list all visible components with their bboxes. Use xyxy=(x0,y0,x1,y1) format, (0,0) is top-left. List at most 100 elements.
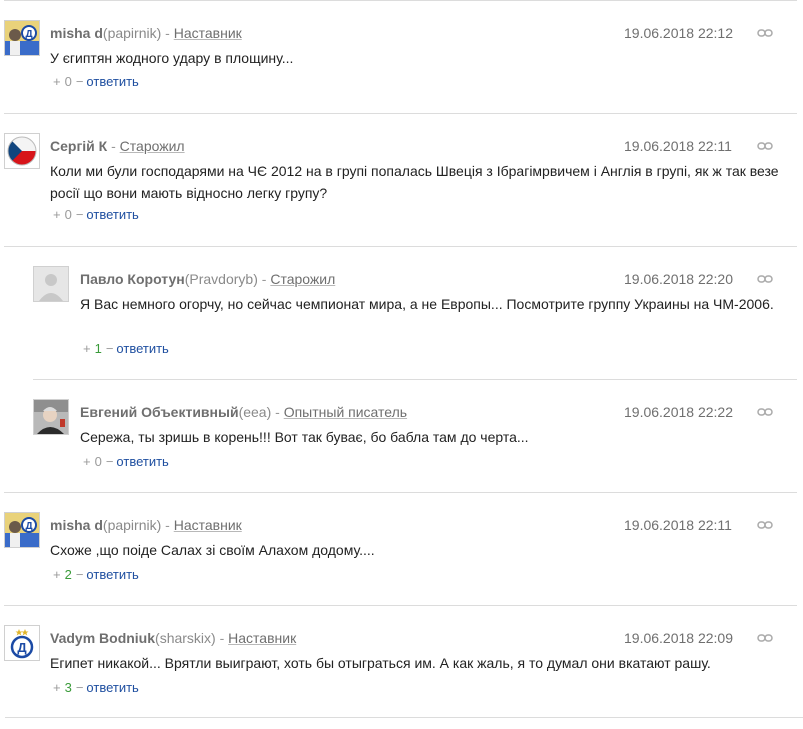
divider xyxy=(4,0,797,1)
separator: - xyxy=(107,138,120,154)
comment-date: 19.06.2018 22:11 xyxy=(624,138,732,154)
author-rank[interactable]: Старожил xyxy=(270,271,335,287)
comment-reply: Евгений Объективный(eea) - Опытный писат… xyxy=(0,379,797,492)
comment-meta: misha d(papirnik) - Наставник xyxy=(50,24,242,42)
comment-actions: +0− ответить xyxy=(83,454,169,470)
author-rank[interactable]: Наставник xyxy=(174,25,242,41)
avatar[interactable]: Д xyxy=(4,20,40,56)
author-name[interactable]: Vadym Bodniuk xyxy=(50,630,155,646)
comment-meta: Сергій К - Старожил xyxy=(50,137,185,155)
reply-button[interactable]: ответить xyxy=(86,74,138,89)
author-nick: (sharskix) xyxy=(155,630,216,646)
separator: - xyxy=(215,630,229,646)
comment-score: 0 xyxy=(94,454,102,469)
reply-button[interactable]: ответить xyxy=(86,207,138,222)
comment: Д Vadym Bodniuk(sharskix) - Наставник 19… xyxy=(0,605,797,717)
downvote-button[interactable]: − xyxy=(106,454,114,469)
comment: Д misha d(papirnik) - Наставник 19.06.20… xyxy=(0,0,797,113)
comment-actions: +2− ответить xyxy=(53,567,139,583)
comment-meta: Павло Коротун(Pravdoryb) - Старожил xyxy=(80,270,335,288)
downvote-button[interactable]: − xyxy=(76,74,84,89)
author-name[interactable]: Евгений Объективный xyxy=(80,404,239,420)
reply-button[interactable]: ответить xyxy=(86,567,138,582)
comment-actions: +0− ответить xyxy=(53,74,139,90)
comment-date: 19.06.2018 22:12 xyxy=(624,25,733,41)
permalink-icon[interactable] xyxy=(757,27,773,39)
comment-date: 19.06.2018 22:20 xyxy=(624,271,733,287)
author-rank[interactable]: Наставник xyxy=(174,517,242,533)
dynamo-fan-avatar-icon: Д xyxy=(5,21,39,55)
upvote-button[interactable]: + xyxy=(53,680,61,695)
avatar[interactable]: Д xyxy=(4,625,40,661)
comment-text: Схоже ,що поіде Салах зі своїм Алахом до… xyxy=(50,542,375,558)
divider xyxy=(4,492,797,493)
divider xyxy=(4,605,797,606)
downvote-button[interactable]: − xyxy=(76,680,84,695)
comment-reply: Павло Коротун(Pravdoryb) - Старожил 19.0… xyxy=(0,246,797,379)
divider xyxy=(4,246,797,247)
comment-date: 19.06.2018 22:22 xyxy=(624,404,733,420)
author-name[interactable]: misha d xyxy=(50,517,103,533)
author-nick: (eea) xyxy=(238,404,272,420)
author-name[interactable]: misha d xyxy=(50,25,103,41)
separator: - xyxy=(161,25,174,41)
separator: - xyxy=(161,517,174,533)
divider xyxy=(33,379,797,380)
author-rank[interactable]: Опытный писатель xyxy=(284,404,407,420)
upvote-button[interactable]: + xyxy=(53,567,61,582)
separator: - xyxy=(257,271,271,287)
reply-button[interactable]: ответить xyxy=(116,341,168,356)
author-name[interactable]: Павло Коротун xyxy=(80,271,185,287)
comment-score: 3 xyxy=(64,680,72,695)
author-rank[interactable]: Старожил xyxy=(120,138,185,154)
author-nick: (papirnik) xyxy=(102,517,162,533)
svg-text:Д: Д xyxy=(25,521,32,532)
permalink-icon[interactable] xyxy=(757,140,773,152)
comment-actions: +1− ответить xyxy=(83,341,169,357)
permalink-icon[interactable] xyxy=(757,273,773,285)
dynamo-logo-avatar-icon: Д xyxy=(5,626,39,660)
comment-text: Сережа, ты зришь в корень!!! Вот так був… xyxy=(80,429,529,445)
upvote-button[interactable]: + xyxy=(83,454,91,469)
downvote-button[interactable]: − xyxy=(106,341,114,356)
avatar[interactable] xyxy=(4,133,40,169)
comment: Д misha d(papirnik) - Наставник 19.06.20… xyxy=(0,492,797,605)
comment-score: 0 xyxy=(64,74,72,89)
default-avatar-icon xyxy=(34,267,68,301)
svg-text:Д: Д xyxy=(17,640,27,655)
comment-meta: Евгений Объективный(eea) - Опытный писат… xyxy=(80,403,407,421)
permalink-icon[interactable] xyxy=(757,406,773,418)
comment-score: 2 xyxy=(64,567,72,582)
author-nick: (papirnik) xyxy=(102,25,162,41)
permalink-icon[interactable] xyxy=(757,519,773,531)
author-rank[interactable]: Наставник xyxy=(228,630,296,646)
upvote-button[interactable]: + xyxy=(53,207,61,222)
comment-meta: Vadym Bodniuk(sharskix) - Наставник xyxy=(50,629,296,647)
separator: - xyxy=(271,404,284,420)
divider xyxy=(5,717,803,718)
comment-text: У єгиптян жодного удару в площину... xyxy=(50,50,294,66)
comment-text: Египет никакой... Врятли выиграют, хоть … xyxy=(50,655,711,671)
comment-score: 1 xyxy=(94,341,102,356)
downvote-button[interactable]: − xyxy=(76,567,84,582)
author-nick: (Pravdoryb) xyxy=(184,271,258,287)
divider xyxy=(4,113,797,114)
comment-date: 19.06.2018 22:11 xyxy=(624,517,732,533)
photo-avatar-icon xyxy=(34,400,68,434)
comment-text: Я Вас немного огорчу, но сейчас чемпиона… xyxy=(80,296,774,312)
upvote-button[interactable]: + xyxy=(83,341,91,356)
reply-button[interactable]: ответить xyxy=(86,680,138,695)
comment-date: 19.06.2018 22:09 xyxy=(624,630,733,646)
permalink-icon[interactable] xyxy=(757,632,773,644)
reply-button[interactable]: ответить xyxy=(116,454,168,469)
avatar[interactable] xyxy=(33,399,69,435)
comment-meta: misha d(papirnik) - Наставник xyxy=(50,516,242,534)
upvote-button[interactable]: + xyxy=(53,74,61,89)
downvote-button[interactable]: − xyxy=(76,207,84,222)
avatar[interactable] xyxy=(33,266,69,302)
author-name[interactable]: Сергій К xyxy=(50,138,107,154)
comment: Сергій К - Старожил 19.06.2018 22:11 Кол… xyxy=(0,113,797,246)
comment-actions: +3− ответить xyxy=(53,680,139,696)
avatar[interactable]: Д xyxy=(4,512,40,548)
comment-text: Коли ми були господарями на ЧЄ 2012 на в… xyxy=(50,163,779,201)
